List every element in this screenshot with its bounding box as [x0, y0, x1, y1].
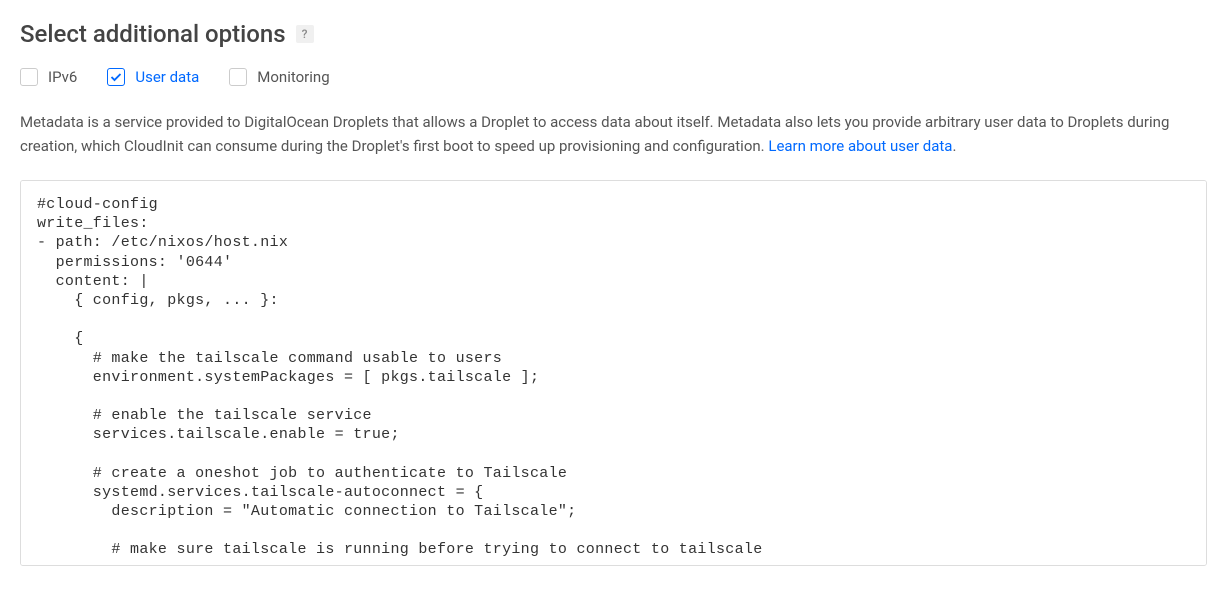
ipv6-checkbox[interactable]	[20, 68, 38, 86]
learn-more-link[interactable]: Learn more about user data	[768, 137, 952, 155]
description-text: Metadata is a service provided to Digita…	[20, 113, 1169, 155]
monitoring-checkbox[interactable]	[229, 68, 247, 86]
description-period: .	[952, 137, 956, 155]
ipv6-option[interactable]: IPv6	[20, 68, 77, 86]
userdata-label: User data	[135, 68, 199, 86]
check-icon	[110, 71, 122, 83]
monitoring-option[interactable]: Monitoring	[229, 68, 329, 86]
ipv6-label: IPv6	[48, 68, 77, 86]
userdata-textarea[interactable]	[21, 181, 1206, 565]
userdata-container	[20, 180, 1207, 566]
section-title: Select additional options ?	[20, 20, 314, 48]
options-row: IPv6 User data Monitoring	[20, 68, 1207, 86]
userdata-checkbox[interactable]	[107, 68, 125, 86]
section-title-text: Select additional options	[20, 20, 286, 48]
monitoring-label: Monitoring	[257, 68, 329, 86]
help-icon[interactable]: ?	[296, 25, 314, 43]
metadata-description: Metadata is a service provided to Digita…	[20, 110, 1207, 158]
userdata-option[interactable]: User data	[107, 68, 199, 86]
